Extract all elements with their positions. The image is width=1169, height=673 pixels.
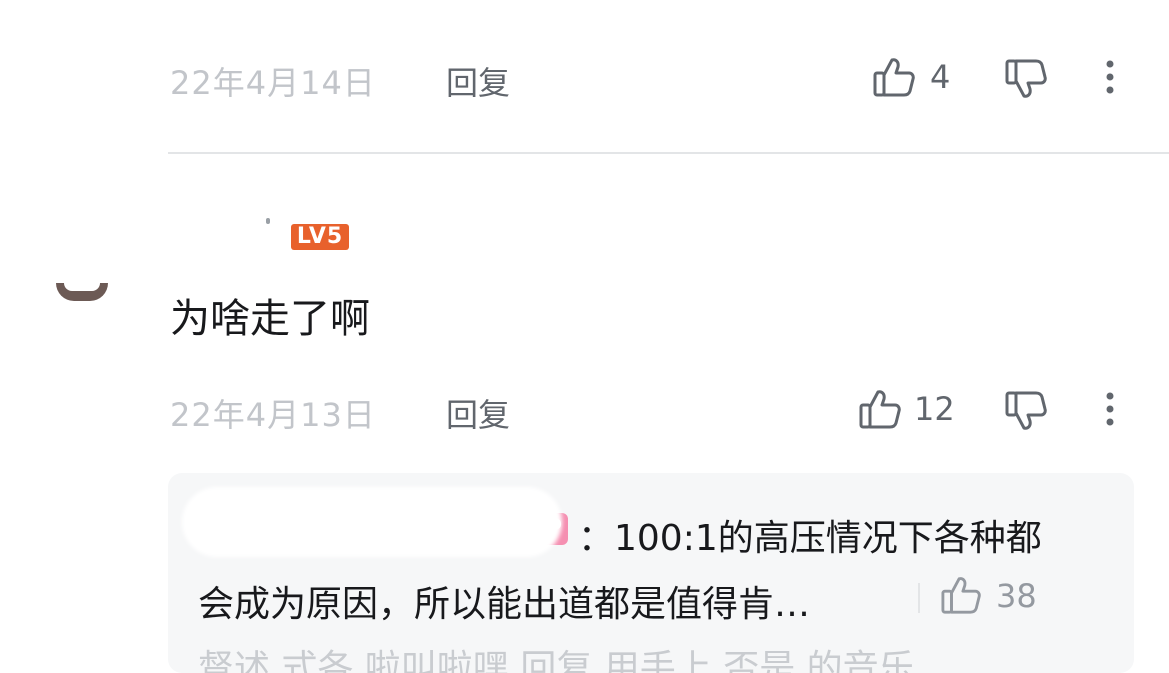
like-count: 12 [914, 390, 955, 428]
thumbs-up-icon[interactable] [858, 388, 902, 430]
sub-reply-text-line1: ：100:1的高压情况下各种都 [578, 518, 1042, 559]
thumbs-up-icon[interactable] [940, 575, 982, 615]
comment-date: 22年4月14日 [170, 64, 376, 102]
more-options-icon[interactable] [1100, 58, 1120, 98]
reply-button[interactable]: 回复 [446, 390, 510, 436]
comment-divider [168, 152, 1169, 154]
sub-reply-like-count: 38 [996, 577, 1037, 615]
avatar[interactable] [56, 283, 108, 301]
reply-button[interactable]: 回复 [446, 58, 510, 104]
comment-text: 为啥走了啊 [170, 296, 370, 342]
sub-reply-box[interactable]: UP ：100:1的高压情况下各种都 会成为原因，所以能出道都是值得肯… 38 … [168, 473, 1134, 673]
thumbs-down-icon[interactable] [1004, 58, 1048, 100]
level-badge: LV5 [291, 224, 349, 250]
separator [918, 583, 920, 613]
thumbs-up-icon[interactable] [872, 56, 916, 98]
sub-reply-line3-start: 督述 式各 [198, 648, 365, 673]
thumbs-down-icon[interactable] [1004, 390, 1048, 432]
redacted-username [182, 487, 562, 557]
sub-reply-line3-rest: 啦叫啦嘿 回复 用手上 否是 的音乐 [364, 648, 915, 673]
username-fragment [266, 218, 270, 224]
more-options-icon[interactable] [1100, 390, 1120, 430]
sub-reply-text-line3: 督述 式各 啦叫啦嘿 回复 用手上 否是 的音乐 [198, 639, 915, 673]
comment-date: 22年4月13日 [170, 396, 376, 434]
like-count: 4 [930, 58, 951, 96]
sub-reply-text-line2[interactable]: 会成为原因，所以能出道都是值得肯… [198, 575, 810, 627]
